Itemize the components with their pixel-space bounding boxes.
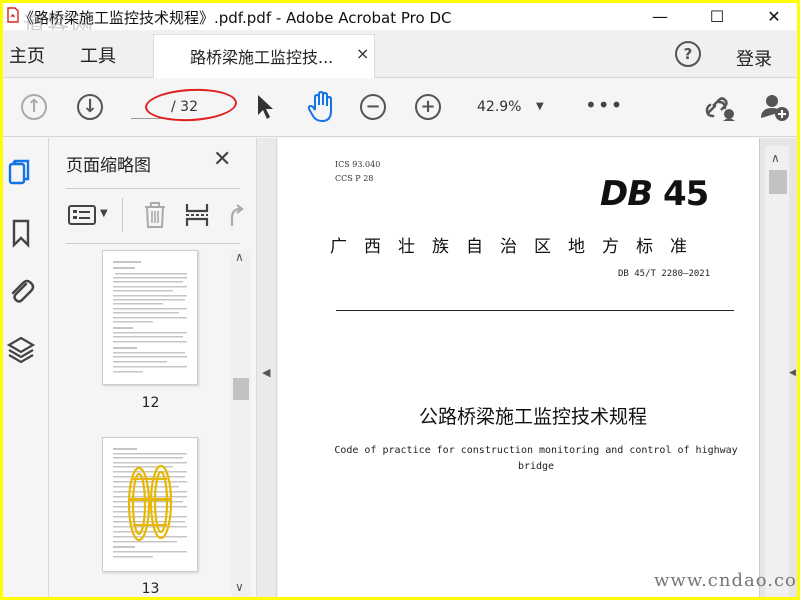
bookmark-icon[interactable] xyxy=(6,218,36,252)
window-title: 《路桥梁施工监控技术规程》.pdf.pdf - Adobe Acrobat Pr… xyxy=(19,9,452,27)
chevron-left-icon[interactable]: ◀ xyxy=(262,366,270,379)
options-menu-icon[interactable] xyxy=(68,204,96,230)
nav-tab-bar: 主页 工具 路桥梁施工监控技... × ? 登录 xyxy=(3,30,797,78)
pages-icon[interactable] xyxy=(6,158,36,192)
thumbnails-panel: 页面缩略图 ✕ ▼ 12 13 ∧ ∨ xyxy=(50,138,255,597)
panel-collapse-strip[interactable]: ◀ xyxy=(256,138,277,597)
scrollbar-thumb[interactable] xyxy=(233,378,249,400)
left-rail xyxy=(3,138,49,597)
arrow-up-circle-icon[interactable]: ↑ xyxy=(21,94,47,120)
province-standard-heading: 广西壮族自治区地方标准 xyxy=(330,237,704,257)
divider xyxy=(66,243,240,244)
zoom-level[interactable]: 42.9% xyxy=(477,99,521,115)
scroll-down-icon[interactable]: ∨ xyxy=(235,580,244,594)
document-title-cn: 公路桥梁施工监控技术规程 xyxy=(418,406,647,428)
document-viewport: ICS 93.040 CCS P 28 DB 45 广西壮族自治区地方标准 DB… xyxy=(278,138,797,597)
hand-tool-icon[interactable] xyxy=(306,90,336,127)
divider xyxy=(66,188,240,189)
annotation-oval xyxy=(144,86,238,124)
scroll-up-icon[interactable]: ∧ xyxy=(771,151,780,165)
minimize-button[interactable]: — xyxy=(637,3,683,30)
thumbnail-page-number: 12 xyxy=(141,395,160,411)
chevron-down-icon[interactable]: ▼ xyxy=(100,208,108,219)
ccs-code: CCS P 28 xyxy=(335,174,374,183)
chevron-left-icon[interactable]: ◀ xyxy=(789,368,796,378)
share-link-icon[interactable] xyxy=(703,94,737,126)
login-button[interactable]: 登录 xyxy=(736,45,772,71)
thumbnail-page-number: 13 xyxy=(141,581,160,597)
watermark-url: www.cndao.com xyxy=(654,570,797,591)
zoom-out-icon[interactable]: − xyxy=(360,94,386,120)
trash-icon[interactable] xyxy=(142,200,168,234)
db45-logo: DB 45 xyxy=(600,174,709,214)
chevron-down-icon[interactable]: ▼ xyxy=(536,101,544,112)
thumbnails-scrollbar[interactable]: ∧ ∨ xyxy=(231,250,251,597)
attachment-icon[interactable] xyxy=(6,275,36,309)
close-window-button[interactable]: ✕ xyxy=(751,3,797,30)
arrow-down-circle-icon[interactable]: ↓ xyxy=(77,94,103,120)
tab-document[interactable]: 路桥梁施工监控技... × xyxy=(153,34,375,78)
maximize-button[interactable]: ☐ xyxy=(694,3,740,30)
horizontal-rule xyxy=(336,310,734,311)
panel-title: 页面缩略图 xyxy=(66,156,151,176)
close-tab-button[interactable]: × xyxy=(356,44,369,63)
divider xyxy=(122,198,123,232)
page-thumbnail-13[interactable] xyxy=(102,437,198,572)
acrobat-window: 《路桥梁施工监控技术规程》.pdf.pdf - Adobe Acrobat Pr… xyxy=(3,3,797,597)
extract-pages-icon[interactable] xyxy=(184,200,210,234)
zoom-in-icon[interactable]: + xyxy=(415,94,441,120)
standard-number: DB 45/T 2280—2021 xyxy=(618,269,711,279)
document-tab-label: 路桥梁施工监控技... xyxy=(190,48,334,67)
toolbar: ↑ ↓ / 32 − + 42.9% ▼ ••• xyxy=(3,79,797,137)
tab-home[interactable]: 主页 xyxy=(9,42,45,68)
scrollbar-thumb[interactable] xyxy=(769,170,787,194)
tab-tools[interactable]: 工具 xyxy=(80,42,116,68)
add-user-icon[interactable] xyxy=(759,92,791,126)
help-icon[interactable]: ? xyxy=(675,41,701,67)
cursor-select-icon[interactable] xyxy=(255,93,275,125)
document-scrollbar[interactable]: ∧ xyxy=(765,146,789,597)
logo-prefix: DB xyxy=(600,174,653,214)
layers-icon[interactable] xyxy=(6,334,36,368)
logo-number: 45 xyxy=(662,174,709,214)
title-bar: 《路桥梁施工监控技术规程》.pdf.pdf - Adobe Acrobat Pr… xyxy=(3,3,797,38)
page-thumbnail-12[interactable] xyxy=(102,250,198,385)
close-panel-button[interactable]: ✕ xyxy=(213,147,231,172)
document-title-en: Code of practice for construction monito… xyxy=(334,445,738,472)
more-tools-button[interactable]: ••• xyxy=(585,93,623,117)
scroll-up-icon[interactable]: ∧ xyxy=(235,250,244,264)
rotate-icon[interactable] xyxy=(225,200,245,234)
document-page: ICS 93.040 CCS P 28 DB 45 广西壮族自治区地方标准 DB… xyxy=(278,138,760,597)
ics-code: ICS 93.040 xyxy=(335,160,381,169)
